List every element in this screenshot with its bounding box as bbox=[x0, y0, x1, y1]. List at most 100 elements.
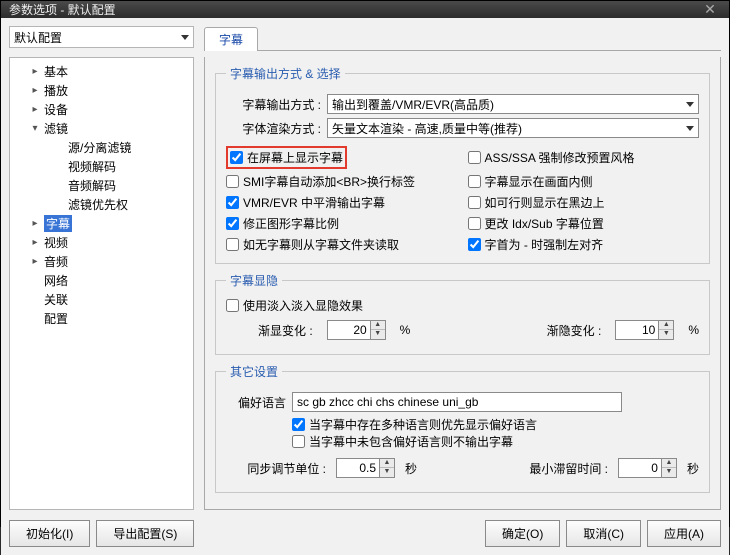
checkbox[interactable] bbox=[226, 175, 239, 188]
tree-item[interactable]: ▸视频 bbox=[12, 233, 191, 252]
fade-in-spinner[interactable]: ▲▼ bbox=[327, 320, 386, 340]
cancel-button[interactable]: 取消(C) bbox=[566, 520, 641, 547]
checkbox[interactable] bbox=[226, 217, 239, 230]
checkbox-label: 修正图形字幕比例 bbox=[243, 215, 339, 232]
prefer-lang-label: 当字幕中存在多种语言则优先显示偏好语言 bbox=[309, 416, 537, 433]
option-check: 字首为 - 时强制左对齐 bbox=[468, 236, 700, 253]
tree-item[interactable]: 滤镜优先权 bbox=[12, 195, 191, 214]
checkbox[interactable] bbox=[226, 196, 239, 209]
tree-item[interactable]: ▸设备 bbox=[12, 100, 191, 119]
option-check: 在屏幕上显示字幕 bbox=[226, 146, 458, 169]
nav-tree[interactable]: ▸基本▸播放▸设备▾滤镜源/分离滤镜视频解码音频解码滤镜优先权▸字幕▸视频▸音频… bbox=[9, 57, 194, 510]
render-mode-label: 字体渲染方式 : bbox=[226, 120, 321, 137]
checkbox-label: 如可行则显示在黑边上 bbox=[485, 194, 605, 211]
checkbox[interactable] bbox=[468, 238, 481, 251]
sync-unit-spinner[interactable]: ▲▼ bbox=[336, 458, 395, 478]
window-title: 参数选项 - 默认配置 bbox=[9, 1, 116, 18]
export-button[interactable]: 导出配置(S) bbox=[96, 520, 194, 547]
min-dwell-label: 最小滞留时间 : bbox=[529, 460, 608, 477]
tree-item[interactable]: 视频解码 bbox=[12, 157, 191, 176]
checkbox[interactable] bbox=[230, 151, 243, 164]
expand-icon: ▾ bbox=[30, 123, 40, 134]
checkbox-label: 在屏幕上显示字幕 bbox=[247, 149, 343, 166]
profile-select[interactable]: 默认配置 bbox=[9, 26, 194, 48]
tree-item[interactable]: 配置 bbox=[12, 309, 191, 328]
spin-up-icon[interactable]: ▲ bbox=[662, 459, 676, 468]
group-output: 字幕输出方式 & 选择 字幕输出方式 : 输出到覆盖/VMR/EVR(高品质) … bbox=[215, 65, 710, 264]
expand-icon: ▸ bbox=[30, 218, 40, 229]
fade-in-label: 渐显变化 : bbox=[258, 322, 313, 339]
close-icon[interactable]: ✕ bbox=[699, 1, 721, 18]
tree-item-label: 基本 bbox=[44, 63, 68, 80]
fade-in-input[interactable] bbox=[328, 323, 370, 337]
button-bar: 初始化(I) 导出配置(S) 确定(O) 取消(C) 应用(A) bbox=[9, 516, 721, 547]
prefer-lang-checkbox[interactable] bbox=[292, 418, 305, 431]
tree-item[interactable]: ▸播放 bbox=[12, 81, 191, 100]
no-output-checkbox[interactable] bbox=[292, 435, 305, 448]
output-mode-label: 字幕输出方式 : bbox=[226, 96, 321, 113]
tree-item-label: 滤镜 bbox=[44, 120, 68, 137]
tree-item-label: 配置 bbox=[44, 310, 68, 327]
checkbox[interactable] bbox=[468, 196, 481, 209]
spin-up-icon[interactable]: ▲ bbox=[659, 321, 673, 330]
checkbox[interactable] bbox=[468, 151, 481, 164]
tree-item[interactable]: 音频解码 bbox=[12, 176, 191, 195]
tree-item[interactable]: ▾ 滤镜 bbox=[12, 119, 191, 138]
tree-item-label: 关联 bbox=[44, 291, 68, 308]
option-check: 如无字幕则从字幕文件夹读取 bbox=[226, 236, 458, 253]
ok-button[interactable]: 确定(O) bbox=[485, 520, 560, 547]
checkbox-label: 如无字幕则从字幕文件夹读取 bbox=[243, 236, 399, 253]
fade-effect-label: 使用淡入淡入显隐效果 bbox=[243, 297, 363, 314]
expand-icon: ▸ bbox=[30, 85, 40, 96]
option-check: VMR/EVR 中平滑输出字幕 bbox=[226, 194, 458, 211]
fade-effect-checkbox[interactable] bbox=[226, 299, 239, 312]
checkbox[interactable] bbox=[468, 217, 481, 230]
tree-item-label: 源/分离滤镜 bbox=[68, 139, 131, 156]
spin-up-icon[interactable]: ▲ bbox=[380, 459, 394, 468]
tree-item[interactable]: ▸ 音频 bbox=[12, 252, 191, 271]
checkbox-label: 字首为 - 时强制左对齐 bbox=[485, 236, 604, 253]
tree-item[interactable]: 源/分离滤镜 bbox=[12, 138, 191, 157]
preflang-input[interactable]: sc gb zhcc chi chs chinese uni_gb bbox=[292, 392, 622, 412]
min-dwell-input[interactable] bbox=[619, 461, 661, 475]
expand-icon: ▸ bbox=[30, 237, 40, 248]
chevron-down-icon bbox=[181, 35, 189, 40]
spin-down-icon[interactable]: ▼ bbox=[662, 468, 676, 477]
init-button[interactable]: 初始化(I) bbox=[9, 520, 90, 547]
fade-out-input[interactable] bbox=[616, 323, 658, 337]
spin-down-icon[interactable]: ▼ bbox=[380, 468, 394, 477]
checkbox[interactable] bbox=[226, 238, 239, 251]
profile-value: 默认配置 bbox=[14, 29, 62, 46]
tree-item-label: 音频 bbox=[44, 253, 68, 270]
spin-down-icon[interactable]: ▼ bbox=[659, 330, 673, 339]
spin-down-icon[interactable]: ▼ bbox=[371, 330, 385, 339]
tree-item[interactable]: ▸字幕 bbox=[12, 214, 191, 233]
tree-item[interactable]: ▸ 基本 bbox=[12, 62, 191, 81]
output-mode-value: 输出到覆盖/VMR/EVR(高品质) bbox=[332, 96, 494, 113]
option-check: 字幕显示在画面内侧 bbox=[468, 173, 700, 190]
output-mode-select[interactable]: 输出到覆盖/VMR/EVR(高品质) bbox=[327, 94, 699, 114]
option-check: 修正图形字幕比例 bbox=[226, 215, 458, 232]
checkbox-label: VMR/EVR 中平滑输出字幕 bbox=[243, 194, 385, 211]
fade-out-spinner[interactable]: ▲▼ bbox=[615, 320, 674, 340]
checkbox[interactable] bbox=[468, 175, 481, 188]
sync-unit-input[interactable] bbox=[337, 461, 379, 475]
expand-icon: ▸ bbox=[30, 104, 40, 115]
tree-item-label: 视频解码 bbox=[68, 158, 116, 175]
group-output-legend: 字幕输出方式 & 选择 bbox=[226, 65, 345, 82]
expand-icon: ▸ bbox=[30, 66, 40, 77]
apply-button[interactable]: 应用(A) bbox=[647, 520, 721, 547]
tree-item[interactable]: 网络 bbox=[12, 271, 191, 290]
tab-strip: 字幕 bbox=[204, 26, 721, 51]
group-visibility: 字幕显隐 使用淡入淡入显隐效果 渐显变化 : ▲▼ bbox=[215, 272, 710, 355]
expand-icon: ▸ bbox=[30, 256, 40, 267]
checkbox-label: 字幕显示在画面内侧 bbox=[485, 173, 593, 190]
percent-unit: % bbox=[688, 323, 699, 337]
spin-up-icon[interactable]: ▲ bbox=[371, 321, 385, 330]
min-dwell-spinner[interactable]: ▲▼ bbox=[618, 458, 677, 478]
render-mode-select[interactable]: 矢量文本渲染 - 高速,质量中等(推荐) bbox=[327, 118, 699, 138]
checkbox-label: 更改 Idx/Sub 字幕位置 bbox=[485, 215, 604, 232]
preflang-label: 偏好语言 bbox=[226, 394, 286, 411]
tab-subtitle[interactable]: 字幕 bbox=[204, 27, 258, 51]
tree-item[interactable]: 关联 bbox=[12, 290, 191, 309]
